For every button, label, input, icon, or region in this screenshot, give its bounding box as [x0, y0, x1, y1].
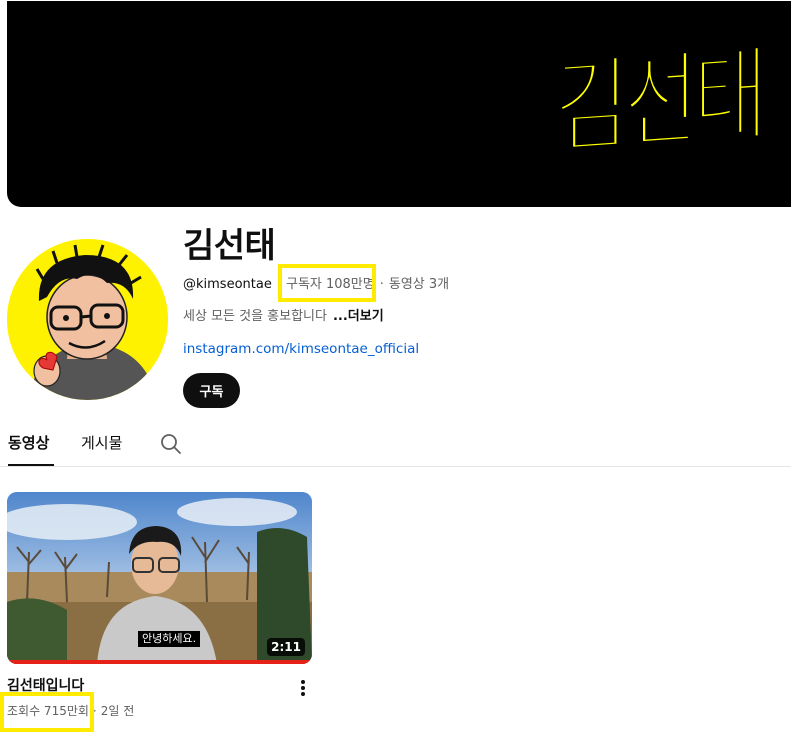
video-thumbnail[interactable]: 안녕하세요. 2:11 — [7, 492, 312, 664]
channel-description[interactable]: 세상 모든 것을 홍보합니다 ...더보기 — [183, 308, 384, 326]
subtitle-caption: 안녕하세요. — [138, 631, 201, 647]
watch-progress-bar — [7, 660, 312, 664]
avatar-illustration — [7, 239, 168, 400]
channel-avatar[interactable] — [7, 239, 168, 400]
channel-link[interactable]: instagram.com/kimseontae_official — [183, 340, 419, 358]
tab-videos[interactable]: 동영상 — [8, 433, 49, 453]
search-icon[interactable] — [159, 432, 183, 456]
tabs-divider — [0, 466, 791, 467]
channel-name: 김선태 — [183, 226, 276, 266]
description-text: 세상 모든 것을 홍보합니다 — [183, 309, 327, 324]
video-count: 동영상 3개 — [388, 277, 450, 292]
upload-age: 2일 전 — [100, 704, 135, 718]
banner-logo: 김선태 — [553, 41, 764, 170]
subscribe-button[interactable]: 구독 — [183, 373, 240, 408]
more-link[interactable]: ...더보기 — [333, 309, 384, 324]
channel-handle: @kimseontae — [183, 277, 272, 292]
view-count-highlight — [0, 692, 94, 732]
tab-posts[interactable]: 게시물 — [81, 433, 122, 453]
subscriber-highlight — [278, 264, 376, 302]
more-vert-icon[interactable] — [295, 677, 311, 699]
channel-banner: 김선태 — [7, 1, 791, 207]
svg-text:김선태: 김선태 — [554, 41, 762, 169]
video-duration: 2:11 — [267, 638, 305, 656]
meta-separator: · — [379, 277, 384, 292]
